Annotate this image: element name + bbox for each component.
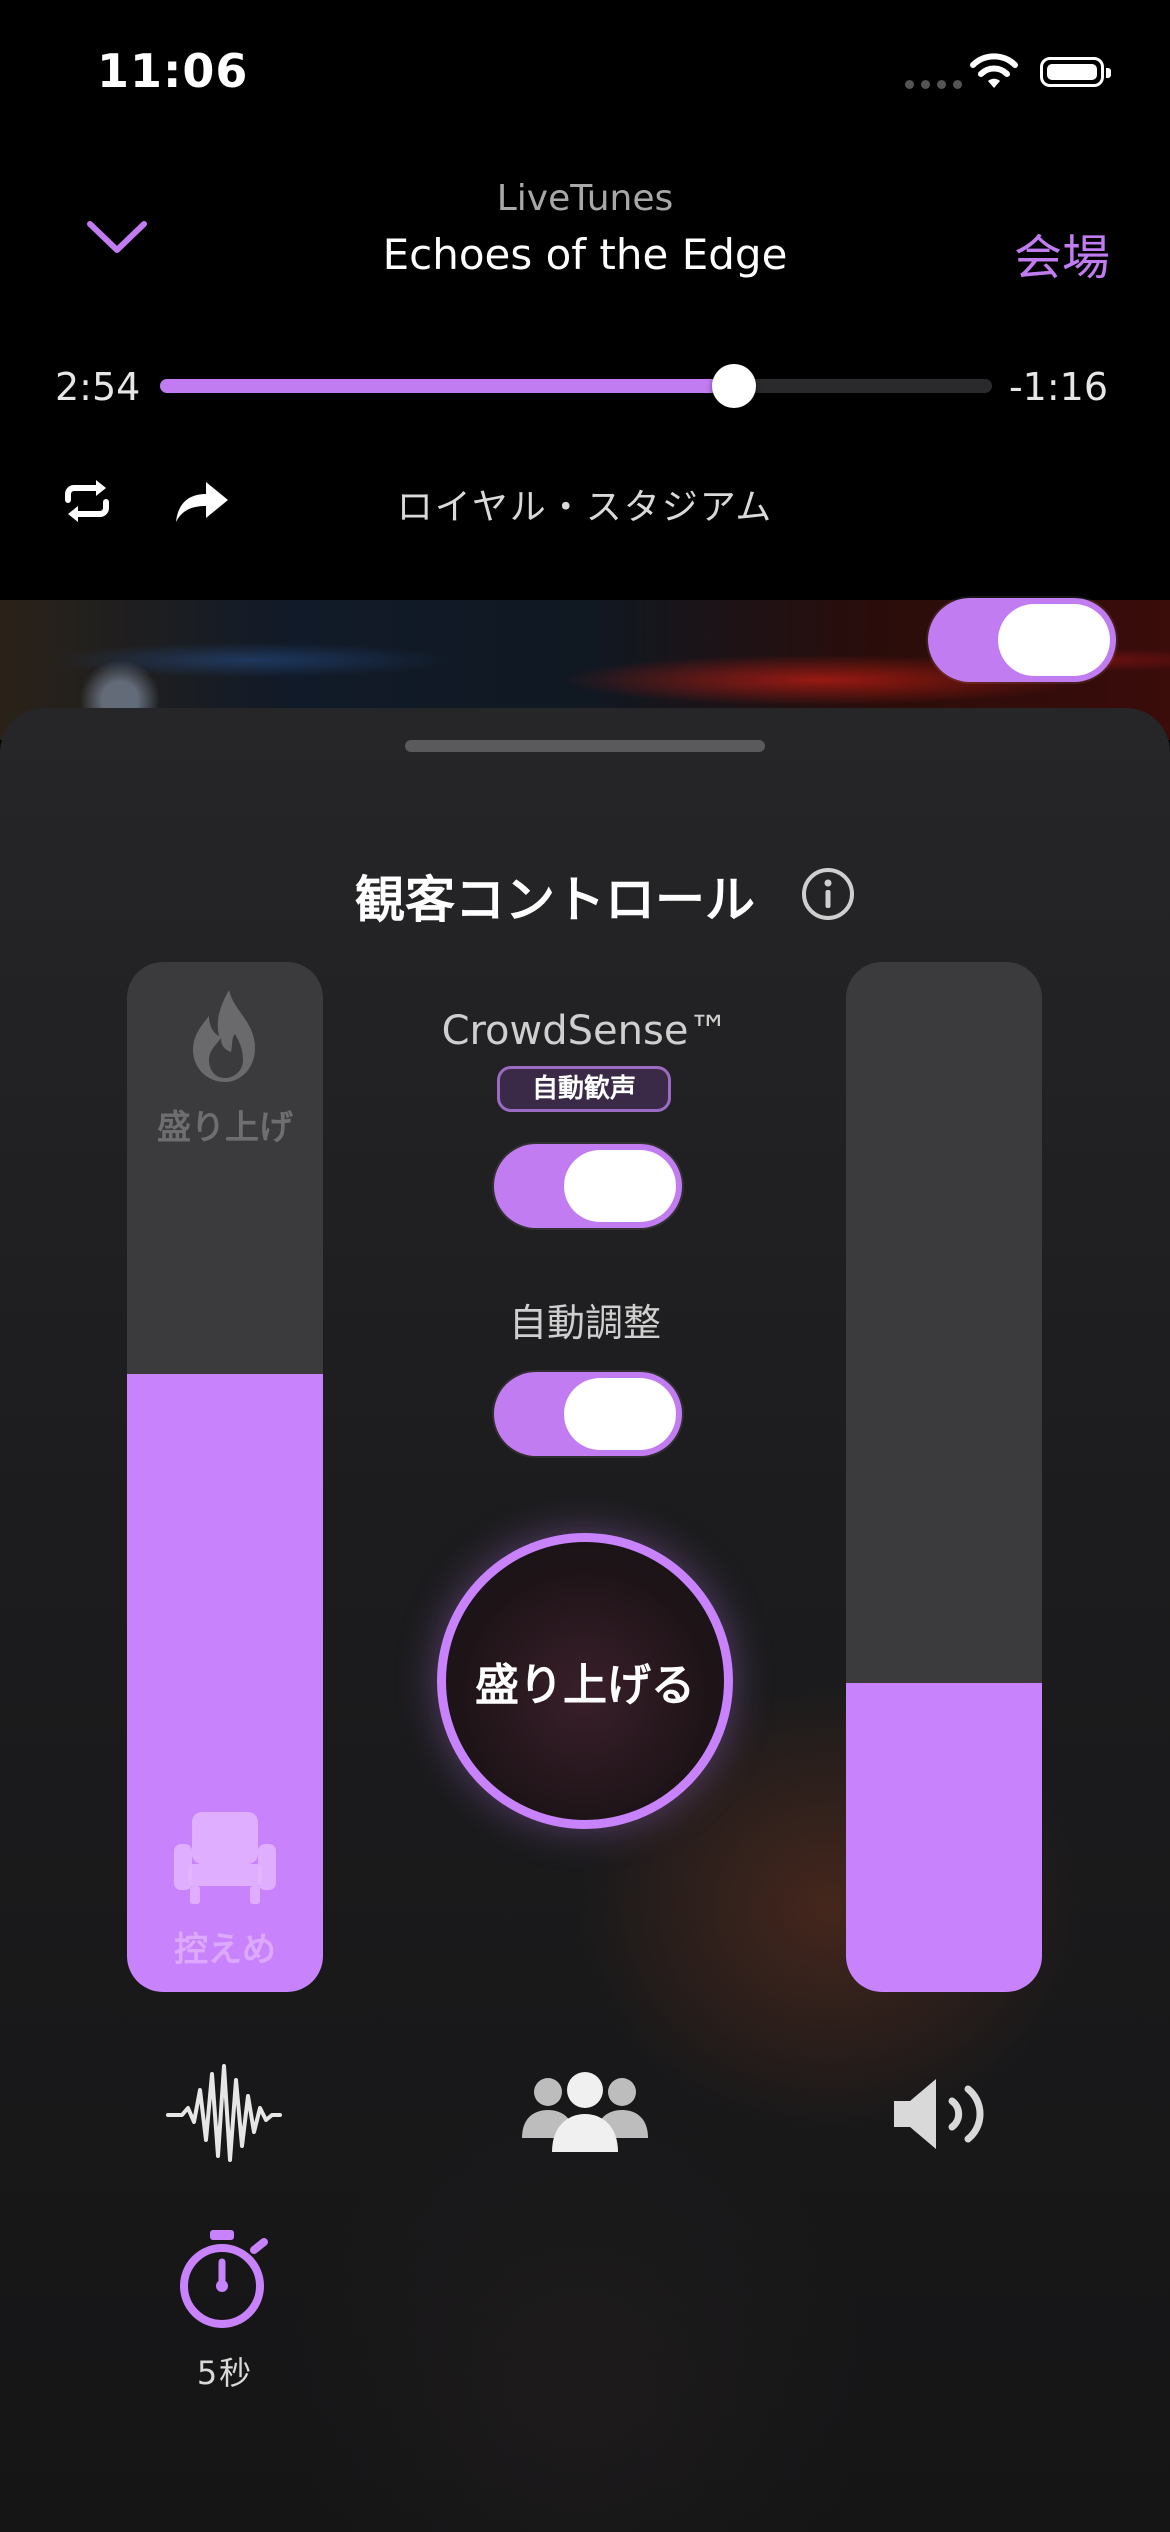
time-elapsed: 2:54 bbox=[55, 365, 141, 409]
banner-toggle[interactable] bbox=[928, 598, 1116, 682]
timer-icon[interactable] bbox=[178, 2228, 270, 2336]
auto-cheer-badge: 自動歓声 bbox=[497, 1066, 671, 1112]
info-icon[interactable] bbox=[800, 866, 856, 926]
progress-bar[interactable] bbox=[160, 364, 992, 408]
app-name: LiveTunes bbox=[496, 178, 674, 219]
speaker-icon[interactable] bbox=[892, 2077, 996, 2155]
hype-button[interactable]: 盛り上げる bbox=[437, 1533, 733, 1829]
calm-label: 控えめ bbox=[174, 1930, 276, 1970]
time-remaining: -1:16 bbox=[1008, 365, 1108, 409]
hype-button-label: 盛り上げる bbox=[475, 1660, 695, 1711]
crowdsense-toggle[interactable] bbox=[494, 1144, 682, 1228]
cellular-signal-icon bbox=[905, 80, 962, 89]
flame-icon bbox=[185, 988, 265, 1088]
hype-label: 盛り上げ bbox=[157, 1108, 293, 1148]
track-title: Echoes of the Edge bbox=[382, 230, 788, 279]
wifi-icon bbox=[968, 52, 1020, 96]
crowd-icon[interactable] bbox=[518, 2068, 652, 2158]
auto-adjust-toggle[interactable] bbox=[494, 1372, 682, 1456]
venue-name: ロイヤル・スタジアム bbox=[396, 487, 774, 528]
venue-link[interactable]: 会場 bbox=[1014, 218, 1110, 288]
volume-fill bbox=[846, 1683, 1042, 1992]
waveform-icon[interactable] bbox=[166, 2060, 282, 2174]
progress-fill bbox=[160, 379, 735, 393]
volume-slider[interactable] bbox=[846, 962, 1042, 1992]
status-time: 11:06 bbox=[97, 44, 249, 98]
timer-label: 5秒 bbox=[196, 2354, 254, 2392]
auto-adjust-label: 自動調整 bbox=[508, 1301, 661, 1345]
battery-icon bbox=[1040, 57, 1111, 87]
sheet-grabber[interactable] bbox=[405, 740, 765, 752]
panel-title: 観客コントロール bbox=[355, 871, 755, 929]
seat-icon bbox=[170, 1806, 280, 1910]
crowdsense-label: CrowdSense™ bbox=[441, 1008, 729, 1054]
progress-knob[interactable] bbox=[712, 364, 757, 408]
